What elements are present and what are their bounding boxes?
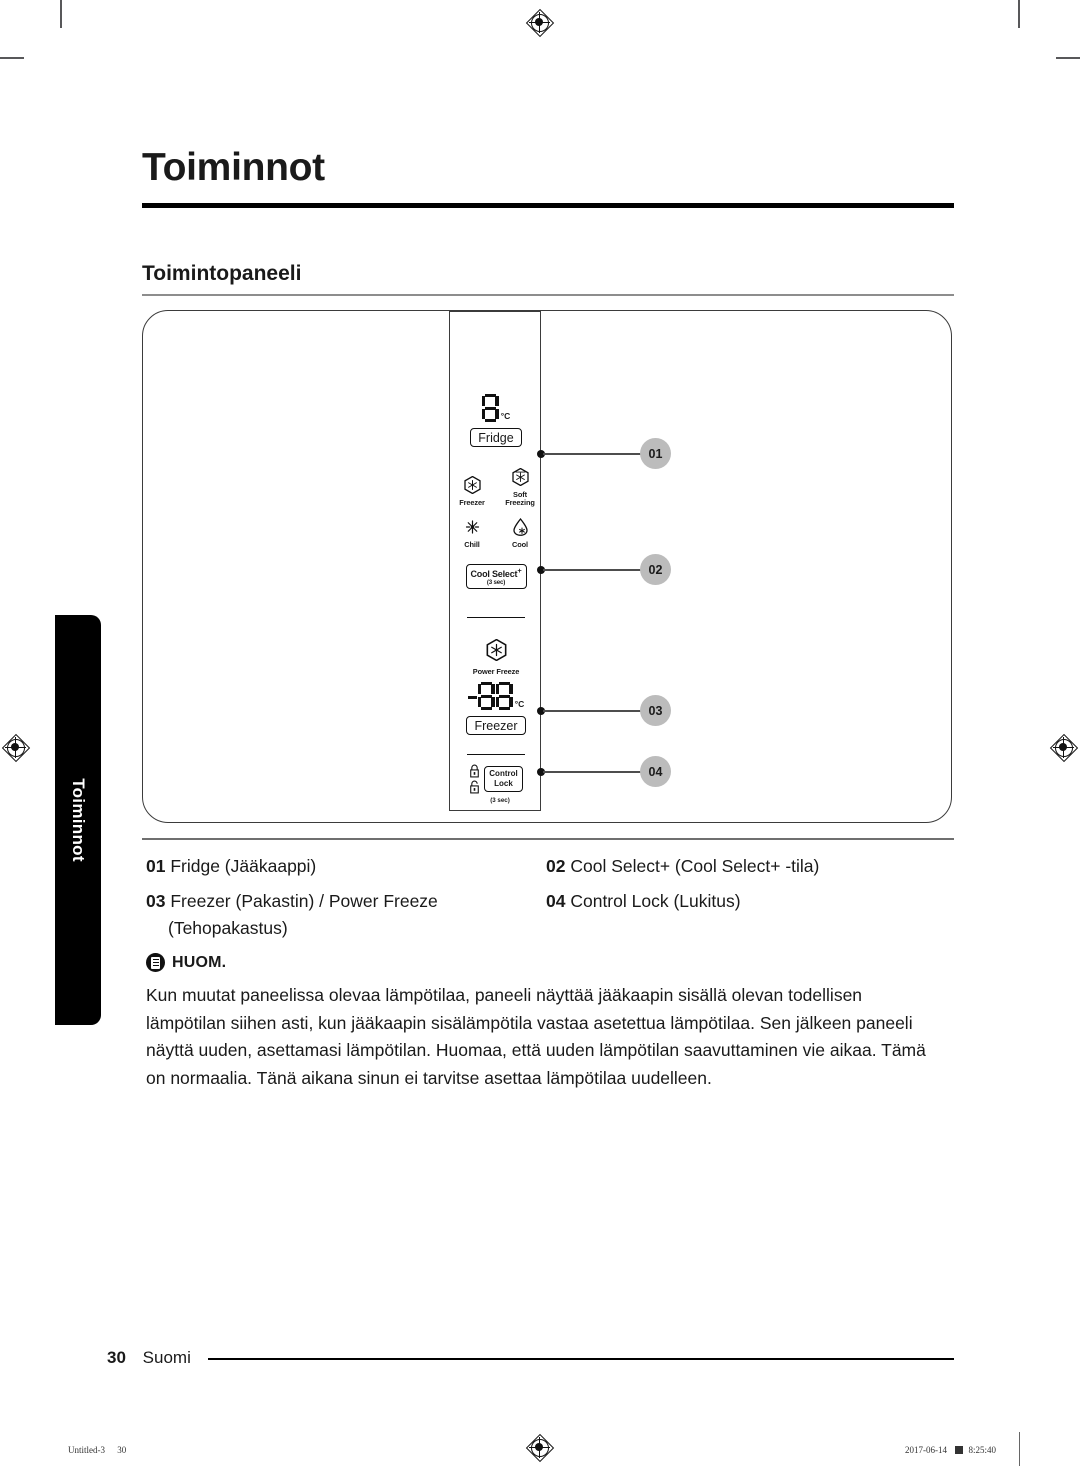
- callout-line-02: [543, 569, 647, 571]
- crop-mark-top-right-vertical: [1018, 0, 1020, 28]
- legend-item-04: 04 Control Lock (Lukitus): [546, 888, 741, 915]
- legend-num-03: 03: [146, 891, 166, 911]
- mode-freezer[interactable]: Freezer: [455, 475, 489, 507]
- fridge-display-group: °C: [450, 394, 542, 427]
- clock-icon: [955, 1446, 964, 1454]
- figure-rule: [142, 838, 954, 840]
- seven-segment-digit-icon: [481, 394, 499, 422]
- print-file-name: Untitled-3: [68, 1445, 105, 1455]
- control-panel-figure: °C Fridge Freezer Soft Freezing Chill Co…: [142, 310, 952, 823]
- legend-num-01: 01: [146, 856, 166, 876]
- crop-mark-top-left-vertical: [60, 0, 62, 28]
- footer-language: Suomi: [142, 1348, 191, 1367]
- lock-open-icon: [470, 780, 480, 794]
- callout-badge-04: 04: [640, 756, 671, 787]
- control-panel-device: °C Fridge Freezer Soft Freezing Chill Co…: [449, 311, 541, 811]
- freezer-display-group: °C: [450, 682, 542, 710]
- mode-icons-row-1: Freezer Soft Freezing: [450, 467, 542, 507]
- mode-freezer-label: Freezer: [459, 497, 485, 507]
- legend-num-02: 02: [546, 856, 566, 876]
- print-date: 2017-06-14: [904, 1445, 947, 1455]
- mode-chill[interactable]: Chill: [455, 518, 489, 549]
- freezer-unit-label: °C: [514, 699, 525, 709]
- fridge-unit-label: °C: [500, 411, 511, 421]
- cool-droplet-icon: [512, 517, 528, 536]
- print-file-info: Untitled-3 30: [68, 1445, 126, 1455]
- snowflake-hex-icon: [486, 638, 506, 662]
- print-time: 8:25:40: [968, 1445, 996, 1455]
- footer-rule: [208, 1358, 954, 1360]
- callout-badge-03: 03: [640, 695, 671, 726]
- cool-select-plus: +: [517, 565, 522, 575]
- control-lock-hold-hint: (3 sec): [490, 797, 510, 804]
- freezer-temperature-display: °C: [467, 682, 525, 710]
- crop-mark-top-right-horizontal: [1056, 57, 1080, 59]
- callout-line-01: [543, 453, 647, 455]
- snowflake-hex-icon: [463, 475, 481, 495]
- section-rule: [142, 294, 954, 296]
- seven-segment-digit-icon: [477, 682, 495, 710]
- freezer-button-row: Freezer: [450, 716, 542, 736]
- mode-cool[interactable]: Cool: [503, 517, 537, 549]
- legend-num-04: 04: [546, 891, 566, 911]
- fridge-temperature-display: °C: [481, 394, 511, 422]
- print-timestamp: 2017-06-14 8:25:40: [905, 1445, 996, 1455]
- cool-select-button-label: Cool Select: [470, 568, 518, 579]
- note-title: HUOM.: [172, 953, 227, 971]
- cool-select-group: Cool Select+ (3 sec): [450, 564, 542, 589]
- note-header: HUOM.: [146, 953, 226, 972]
- cool-select-hold-hint: (3 sec): [486, 579, 506, 587]
- fridge-button-row: Fridge: [450, 428, 542, 448]
- mode-soft-freezing[interactable]: Soft Freezing: [503, 467, 537, 507]
- panel-divider-lower: [467, 754, 525, 756]
- mode-icons-row-2: Chill Cool: [450, 517, 542, 549]
- note-body: Kun muutat paneelissa olevaa lämpötilaa,…: [146, 985, 926, 1088]
- legend-item-03: 03 Freezer (Pakastin) / Power Freeze (Te…: [146, 888, 526, 942]
- mode-chill-label: Chill: [464, 540, 480, 549]
- page-title: Toiminnot: [142, 146, 325, 189]
- print-file-page: 30: [117, 1445, 127, 1455]
- registration-mark-left: [1, 733, 31, 763]
- minus-sign-icon: [467, 695, 477, 699]
- legend-text-03-line2: (Tehopakastus): [168, 918, 288, 938]
- power-freeze-group[interactable]: Power Freeze: [450, 638, 542, 676]
- legend-text-04: Control Lock (Lukitus): [570, 891, 741, 911]
- control-lock-label-1: Control: [489, 769, 518, 779]
- callout-badge-02: 02: [640, 554, 671, 585]
- legend-text-03: Freezer (Pakastin) / Power Freeze: [170, 891, 438, 911]
- callout-badge-01: 01: [640, 438, 671, 469]
- legend-text-01: Fridge (Jääkaappi): [170, 856, 317, 876]
- note-document-icon: [146, 953, 165, 972]
- chill-sun-icon: [465, 520, 479, 534]
- callout-line-03: [543, 710, 647, 712]
- page-footer: 30 Suomi: [107, 1348, 191, 1368]
- side-chapter-tab-label: Toiminnot: [69, 778, 88, 862]
- legend-item-01: 01 Fridge (Jääkaappi): [146, 853, 316, 880]
- title-rule: [142, 203, 954, 208]
- mode-cool-label: Cool: [511, 540, 529, 549]
- snowflake-soft-freezing-icon: [511, 467, 529, 487]
- control-lock-label-2: Lock: [494, 779, 513, 788]
- fridge-button[interactable]: Fridge: [470, 428, 522, 448]
- section-title: Toimintopaneeli: [142, 262, 302, 285]
- freezer-button[interactable]: Freezer: [466, 716, 526, 736]
- page-content: Toiminnot Toimintopaneeli °C Fridge Free…: [107, 0, 954, 1476]
- mode-soft-freezing-label-2: Freezing: [505, 497, 535, 507]
- legend-text-02: Cool Select+ (Cool Select+ -tila): [570, 856, 820, 876]
- cool-select-button[interactable]: Cool Select+ (3 sec): [465, 564, 527, 589]
- legend-item-02: 02 Cool Select+ (Cool Select+ -tila): [546, 853, 819, 880]
- power-freeze-label: Power Freeze: [472, 667, 520, 676]
- lock-closed-icon: [470, 764, 480, 778]
- control-lock-button[interactable]: Control Lock: [484, 766, 523, 792]
- control-lock-group: Control Lock (3 sec): [450, 764, 542, 804]
- side-chapter-tab: Toiminnot: [55, 615, 101, 1025]
- print-divider: [1019, 1432, 1020, 1466]
- footer-page-number: 30: [107, 1348, 126, 1367]
- seven-segment-digit-icon: [495, 682, 513, 710]
- registration-mark-right: [1049, 733, 1079, 763]
- callout-line-04: [543, 771, 647, 773]
- panel-divider-upper: [467, 617, 525, 619]
- crop-mark-top-left-horizontal: [0, 57, 24, 59]
